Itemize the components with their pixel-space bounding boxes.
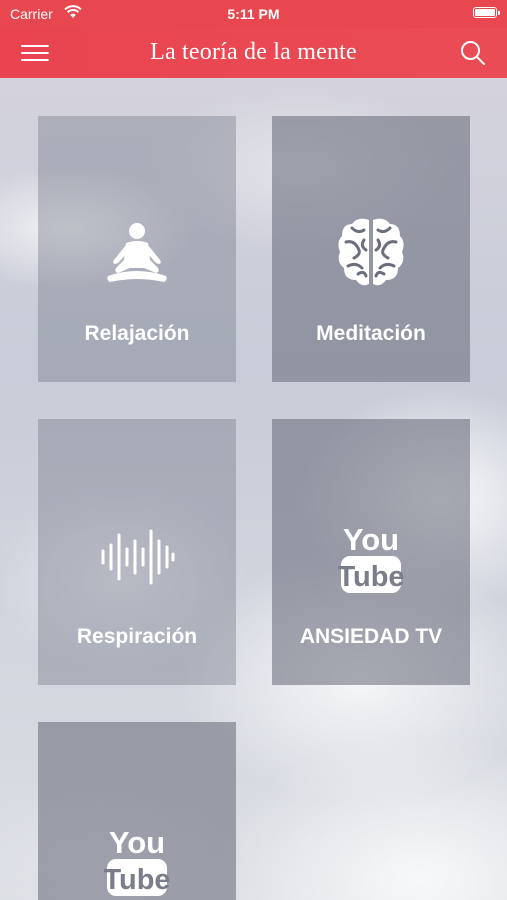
- tile-label: Respiración: [76, 625, 198, 648]
- tile-relajacion[interactable]: Relajación: [38, 116, 236, 382]
- tile-label: ANSIEDAD TV: [299, 625, 443, 648]
- brain-icon: [272, 216, 470, 290]
- nav-bar: La teoría de la mente: [0, 28, 507, 78]
- tile-label: Relajación: [84, 322, 190, 345]
- status-time: 5:11 PM: [227, 6, 280, 22]
- status-bar: Carrier 5:11 PM: [0, 0, 507, 28]
- meditation-person-icon: [38, 222, 236, 284]
- page-title: La teoría de la mente: [150, 39, 357, 65]
- tile-meditacion[interactable]: Meditación: [272, 116, 470, 382]
- tile-youtube[interactable]: You Tube: [38, 722, 236, 900]
- tile-respiracion[interactable]: Respiración: [38, 419, 236, 685]
- youtube-icon: You Tube: [38, 822, 236, 898]
- youtube-you-text: You: [343, 522, 399, 557]
- battery-icon: [473, 7, 500, 18]
- sound-wave-icon: [38, 527, 236, 587]
- youtube-tube-text: Tube: [104, 864, 170, 896]
- tile-ansiedad-tv[interactable]: You Tube ANSIEDAD TV: [272, 419, 470, 685]
- youtube-icon: You Tube: [272, 519, 470, 595]
- search-icon[interactable]: [459, 39, 487, 67]
- youtube-you-text: You: [109, 825, 165, 860]
- youtube-tube-text: Tube: [338, 561, 404, 593]
- tile-label: Meditación: [316, 322, 426, 345]
